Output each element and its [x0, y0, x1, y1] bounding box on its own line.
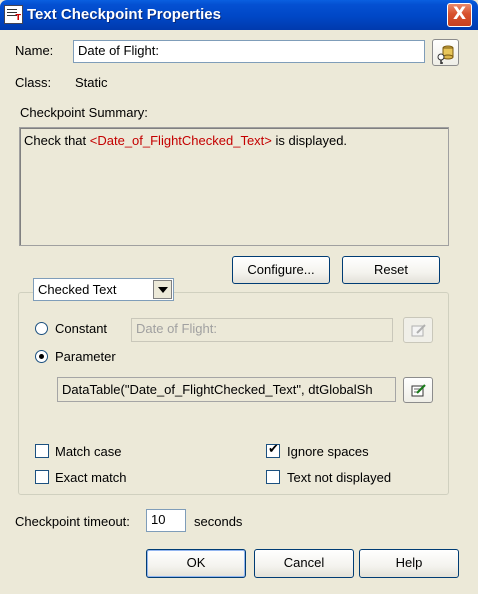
parameter-edit-button[interactable] [403, 377, 433, 403]
summary-text-after: is displayed. [271, 133, 348, 148]
timeout-unit: seconds [194, 514, 243, 529]
text-not-displayed-label: Text not displayed [287, 470, 392, 485]
match-case-label: Match case [55, 444, 122, 459]
close-button[interactable]: X [447, 3, 472, 27]
timeout-label: Checkpoint timeout: [15, 514, 130, 529]
configure-button[interactable]: Configure... [232, 256, 330, 284]
pencil-icon [411, 384, 426, 397]
text-not-displayed-checkbox[interactable] [266, 470, 280, 484]
name-label: Name: [15, 43, 54, 58]
reset-button[interactable]: Reset [342, 256, 440, 284]
pencil-icon [411, 324, 426, 337]
name-input[interactable]: Date of Flight: [73, 40, 425, 63]
window-title: Text Checkpoint Properties [27, 6, 221, 23]
timeout-input[interactable]: 10 [146, 509, 186, 532]
parameter-value-field[interactable]: DataTable("Date_of_FlightChecked_Text", … [57, 377, 396, 402]
exact-match-checkbox[interactable] [35, 470, 49, 484]
title-bar[interactable]: T Text Checkpoint Properties X [0, 0, 478, 30]
cancel-button[interactable]: Cancel [254, 549, 354, 578]
dropdown-value: Checked Text [38, 282, 117, 297]
match-case-checkbox[interactable] [35, 444, 49, 458]
ignore-spaces-label: Ignore spaces [287, 444, 369, 459]
parameter-label: Parameter [55, 349, 116, 364]
constant-input[interactable]: Date of Flight: [131, 318, 393, 342]
checked-text-dropdown[interactable]: Checked Text [33, 278, 174, 301]
text-checkpoint-app-icon: T [4, 5, 23, 24]
constant-radio[interactable] [35, 322, 48, 335]
parameter-radio[interactable] [35, 350, 48, 363]
constant-label: Constant [55, 321, 108, 336]
object-repository-button[interactable] [432, 39, 459, 66]
class-value: Static [75, 75, 108, 90]
help-button[interactable]: Help [359, 549, 459, 578]
database-key-icon [437, 45, 454, 64]
constant-edit-button[interactable] [403, 317, 433, 343]
summary-box: Check that <Date_of_FlightChecked_Text> … [19, 127, 449, 246]
summary-label: Checkpoint Summary: [20, 105, 148, 120]
summary-parameter-link[interactable]: <Date_of_FlightChecked_Text> [90, 133, 272, 148]
chevron-down-icon[interactable] [153, 280, 172, 299]
exact-match-label: Exact match [55, 470, 127, 485]
class-label: Class: [15, 75, 52, 90]
summary-text-before: Check that [24, 133, 90, 148]
ok-button[interactable]: OK [146, 549, 246, 578]
ignore-spaces-checkbox[interactable] [266, 442, 280, 458]
